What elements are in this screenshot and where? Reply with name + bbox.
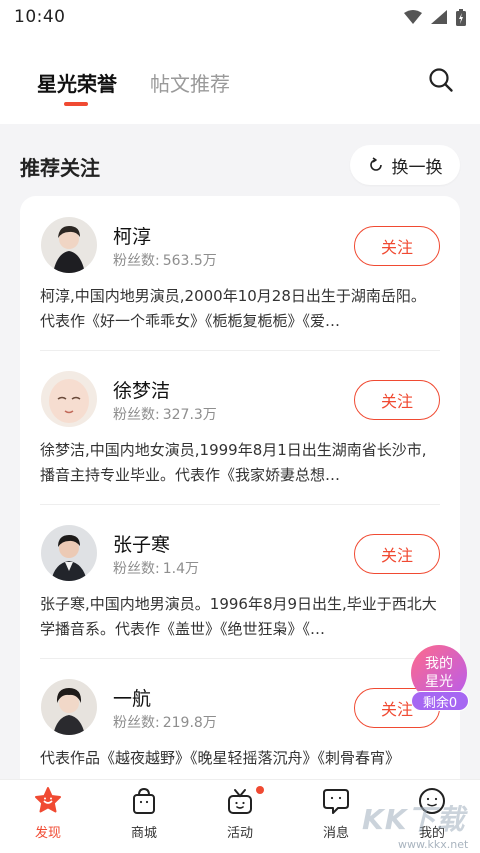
signal-icon	[431, 10, 447, 24]
refresh-icon	[369, 157, 382, 171]
list-item: 张子寒 粉丝数: 1.4万 关注 张子寒,中国内地男演员。1996年8月9日出生,…	[20, 504, 460, 658]
discover-star-icon	[35, 787, 61, 813]
user-name: 徐梦洁	[113, 380, 171, 402]
search-icon[interactable]	[428, 67, 454, 93]
my-star-line1: 我的	[425, 656, 453, 672]
user-description: 张子寒,中国内地男演员。1996年8月9日出生,毕业于西北大学播音系。代表作《盖…	[40, 595, 437, 638]
nav-mall[interactable]: 商城	[96, 780, 192, 853]
tab-post-recommend[interactable]: 帖文推荐	[150, 68, 230, 97]
nav-label: 活动	[226, 826, 253, 841]
fans-count: 粉丝数: 327.3万	[113, 407, 217, 423]
wifi-icon	[404, 10, 422, 24]
user-name: 一航	[113, 688, 152, 710]
avatar[interactable]	[41, 217, 97, 273]
message-bubble-icon	[323, 789, 349, 814]
avatar[interactable]	[41, 679, 97, 735]
follow-button[interactable]: 关注	[354, 380, 440, 420]
user-name: 柯淳	[113, 226, 152, 248]
recommend-list: 柯淳 粉丝数: 563.5万 关注 柯淳,中国内地男演员,2000年10月28日出…	[20, 196, 460, 816]
user-description: 徐梦洁,中国内地女演员,1999年8月1日出生湖南省长沙市,播音主持专业毕业。代…	[40, 441, 427, 484]
battery-icon	[456, 8, 466, 26]
fans-count: 粉丝数: 1.4万	[113, 561, 199, 577]
my-star-badge[interactable]: 我的 星光 剩余0	[411, 645, 469, 711]
user-description: 柯淳,中国内地男演员,2000年10月28日出生于湖南岳阳。代表作《好一个乖乖女…	[40, 287, 426, 330]
user-name: 张子寒	[113, 534, 171, 556]
section-title: 推荐关注	[20, 156, 100, 180]
watermark-logo: KK下载	[362, 803, 466, 836]
my-star-line2: 星光	[425, 674, 453, 690]
active-tab-indicator	[64, 102, 88, 106]
list-item: 徐梦洁 粉丝数: 327.3万 关注 徐梦洁,中国内地女演员,1999年8月1日出…	[20, 350, 460, 504]
avatar[interactable]	[41, 525, 97, 581]
list-item: 柯淳 粉丝数: 563.5万 关注 柯淳,中国内地男演员,2000年10月28日出…	[20, 196, 460, 350]
top-navigation: 星光荣誉 帖文推荐	[0, 34, 480, 124]
watermark-url: www.kkx.net	[398, 838, 469, 851]
activity-tv-icon	[228, 789, 252, 814]
remaining-count: 剩余0	[411, 691, 469, 711]
status-time: 10:40	[14, 7, 66, 27]
follow-button[interactable]: 关注	[354, 226, 440, 266]
fans-count: 粉丝数: 563.5万	[113, 253, 217, 269]
nav-label: 商城	[130, 826, 157, 841]
nav-discover[interactable]: 发现	[0, 780, 96, 853]
fans-count: 粉丝数: 219.8万	[113, 715, 217, 731]
nav-label: 发现	[34, 826, 61, 841]
shopping-bag-icon	[133, 787, 155, 814]
status-icons	[404, 8, 466, 26]
refresh-button[interactable]: 换一换	[350, 145, 460, 185]
status-bar: 10:40	[0, 0, 480, 34]
refresh-label: 换一换	[391, 157, 443, 178]
notification-dot	[256, 786, 264, 794]
follow-button[interactable]: 关注	[354, 534, 440, 574]
nav-activity[interactable]: 活动	[192, 780, 288, 853]
avatar[interactable]	[41, 371, 97, 427]
tab-star-honor[interactable]: 星光荣誉	[37, 68, 117, 97]
